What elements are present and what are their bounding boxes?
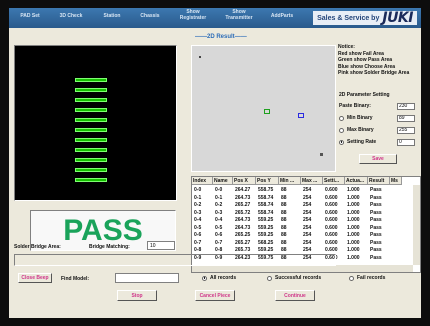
legend-notes: Notice: Red show Fail Area Green show Pa… [338, 44, 418, 77]
filter-successful-records[interactable]: Successful records [267, 275, 321, 281]
max-binary-row: Max Binary [339, 126, 415, 134]
cancel-piece-button[interactable]: Cancel Piece [195, 290, 235, 301]
filter-all-radio[interactable] [202, 275, 207, 281]
table-cell: 1.000 [347, 254, 360, 261]
juki-logo: JUKI [382, 10, 413, 26]
result-title: ——2D Result—— [195, 34, 247, 40]
result-label: 2D Result [207, 34, 235, 40]
table-cell: Pass [370, 254, 382, 261]
table-vertical-scrollbar[interactable] [413, 185, 420, 265]
notes-title: Notice: [338, 44, 355, 50]
column-header[interactable]: Max ... [301, 177, 323, 185]
min-binary-radio[interactable] [339, 115, 344, 121]
solder-pad [75, 78, 107, 82]
solder-pad [75, 98, 107, 102]
tab-show-registrater[interactable]: Show Registrater [173, 9, 213, 21]
setting-rate-input[interactable] [397, 138, 415, 146]
max-binary-radio[interactable] [339, 127, 344, 133]
column-header[interactable]: Ms [390, 177, 402, 185]
solder-pad [75, 168, 107, 172]
column-header[interactable]: Index [192, 177, 213, 185]
paste-binary-label: Paste Binary: [339, 103, 371, 109]
solder-pad [75, 148, 107, 152]
main-panel: ——2D Result—— Notice: Red show Fail Area… [9, 28, 421, 318]
min-binary-label: Min Binary [347, 115, 373, 121]
filter-fail-radio[interactable] [349, 275, 354, 281]
min-binary-row: Min Binary [339, 114, 415, 122]
table-header: Index Name Pos X Pos Y Min ... Max ... Setti..… [192, 177, 402, 185]
solder-pad [75, 108, 107, 112]
solder-pad [75, 158, 107, 162]
bridge-matching-input[interactable] [147, 241, 175, 250]
bridge-matching-label: Bridge Matching: [89, 244, 130, 250]
screen-frame: PAD Set 3D Check Station Chassis Show Re… [0, 0, 430, 326]
note-red: Red show Fail Area [338, 50, 384, 57]
parameter-setting-panel: 2D Parameter Setting Paste Binary: Min B… [337, 92, 417, 172]
marker-dot-2 [320, 153, 323, 156]
setting-rate-row: Setting Rate [339, 138, 415, 146]
app-titlebar: PAD Set 3D Check Station Chassis Show Re… [9, 8, 421, 28]
find-model-label: Find Model: [61, 276, 90, 282]
paste-binary-row: Paste Binary: [339, 102, 415, 110]
max-binary-label: Max Binary [347, 127, 374, 133]
choose-area-box [298, 113, 304, 118]
filter-all-records[interactable]: All records [202, 275, 236, 281]
brand-banner: Sales & Service by JUKI [313, 10, 417, 26]
filter-all-label: All records [210, 275, 237, 281]
filter-successful-radio[interactable] [267, 275, 272, 281]
solder-bridge-area-field [14, 254, 336, 266]
filter-fail-records[interactable]: Fail records [349, 275, 385, 281]
min-binary-input[interactable] [397, 114, 415, 122]
column-header[interactable]: Setti... [323, 177, 345, 185]
column-header[interactable]: Min ... [279, 177, 301, 185]
tab-show-transmitter[interactable]: Show Transmitter [219, 9, 259, 21]
tab-add-parts[interactable]: AddParts [265, 13, 299, 19]
filter-successful-label: Successful records [275, 275, 322, 281]
filter-fail-label: Fail records [357, 275, 386, 281]
solder-pad [75, 118, 107, 122]
save-button[interactable]: Save [359, 154, 397, 164]
solder-pad [75, 138, 107, 142]
tab-station[interactable]: Station [97, 13, 127, 19]
column-header[interactable]: Pos Y [256, 177, 279, 185]
tab-pad-set[interactable]: PAD Set [15, 13, 45, 19]
table-horizontal-scrollbar[interactable] [192, 265, 413, 272]
stop-button[interactable]: Stop [117, 290, 157, 301]
marker-dot [199, 56, 201, 58]
note-green: Green show Pass Area [338, 57, 393, 64]
column-header[interactable]: Actua... [345, 177, 368, 185]
param-title: 2D Parameter Setting [339, 92, 390, 98]
note-blue: Blue show Choose Area [338, 63, 396, 70]
camera-image-view [14, 45, 177, 201]
find-model-input[interactable] [115, 273, 179, 283]
paste-binary-input[interactable] [397, 102, 415, 110]
brand-text: Sales & Service by [317, 14, 380, 22]
solder-pad [75, 178, 107, 182]
column-header[interactable]: Name [213, 177, 233, 185]
solder-bridge-area-label: Solder Bridge Area: [14, 244, 61, 250]
pass-area-box [264, 109, 270, 114]
solder-pad [75, 88, 107, 92]
column-header[interactable]: Result [368, 177, 390, 185]
tab-chassis[interactable]: Chassis [133, 13, 167, 19]
max-binary-input[interactable] [397, 126, 415, 134]
continue-button[interactable]: Continue [275, 290, 315, 301]
column-header[interactable]: Pos X [233, 177, 256, 185]
setting-rate-radio[interactable] [339, 139, 344, 145]
note-pink: Pink show Solder Bridge Area [338, 70, 410, 77]
solder-pad [75, 128, 107, 132]
result-2d-view[interactable] [191, 45, 336, 172]
close-beep-button[interactable]: Close Beep [18, 273, 52, 283]
setting-rate-label: Setting Rate [347, 139, 377, 145]
tab-3d-check[interactable]: 3D Check [53, 13, 89, 19]
